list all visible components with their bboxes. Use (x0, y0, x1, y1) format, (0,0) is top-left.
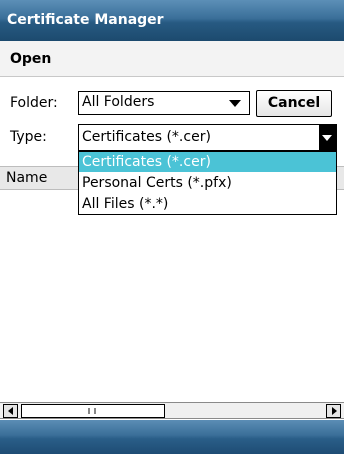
folder-label: Folder: (10, 95, 58, 111)
cancel-button[interactable]: Cancel (256, 90, 332, 117)
window-title: Certificate Manager (7, 12, 164, 28)
scroll-right-button[interactable] (326, 404, 341, 418)
type-option-personal-certs[interactable]: Personal Certs (*.pfx) (79, 173, 336, 193)
chevron-down-icon (322, 135, 332, 141)
title-bar: Certificate Manager (0, 0, 344, 41)
type-value: Certificates (*.cer) (82, 129, 211, 145)
horizontal-scrollbar[interactable] (0, 402, 344, 419)
arrow-right-icon (332, 407, 337, 415)
column-header-name[interactable]: Name (6, 170, 47, 186)
folder-dropdown[interactable]: All Folders (78, 91, 250, 115)
folder-value: All Folders (82, 94, 155, 110)
scroll-left-button[interactable] (3, 404, 18, 418)
type-dropdown-toggle[interactable] (319, 125, 336, 150)
grip-icon (88, 408, 96, 414)
type-label: Type: (10, 129, 47, 145)
type-option-certificates[interactable]: Certificates (*.cer) (79, 152, 336, 172)
chevron-down-icon (229, 100, 241, 107)
type-dropdown-list: Certificates (*.cer) Personal Certs (*.p… (78, 151, 337, 215)
arrow-left-icon (8, 407, 13, 415)
scroll-thumb[interactable] (21, 404, 165, 418)
open-menu-bar: Open (0, 41, 344, 77)
bottom-softkey-bar (0, 420, 344, 454)
open-label: Open (10, 51, 52, 67)
type-option-all-files[interactable]: All Files (*.*) (79, 194, 336, 214)
type-dropdown[interactable]: Certificates (*.cer) (78, 124, 337, 151)
